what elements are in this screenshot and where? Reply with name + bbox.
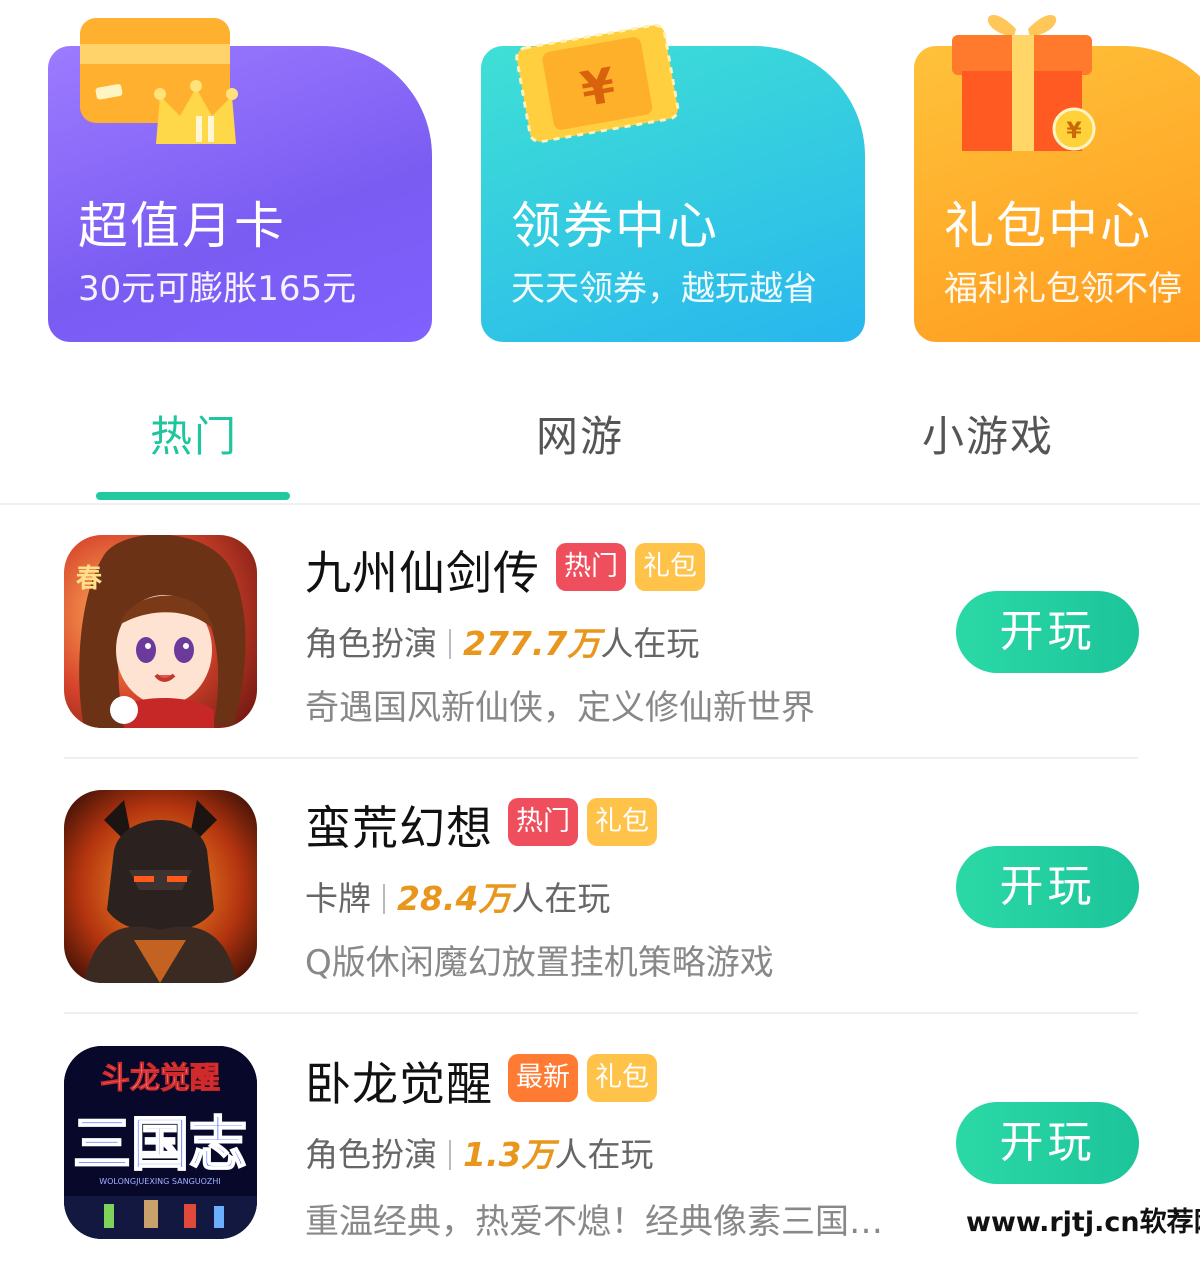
tab-hot[interactable]: 热门 [150, 403, 238, 464]
monthly-card-promo[interactable]: 超值月卡 30元可膨胀165元 [48, 18, 432, 342]
gift-tag: 礼包 [587, 798, 657, 846]
pixel-sanguo-icon[interactable]: 斗龙觉醒 三国志 WOLONGJUEXING SANGUOZHI [64, 1046, 257, 1239]
active-tab-indicator [96, 492, 290, 500]
game-meta: 角色扮演 277.7万人在玩 [305, 617, 699, 665]
tab-online-games[interactable]: 网游 [536, 403, 624, 464]
players-count: 1.3万 [463, 1135, 555, 1174]
play-button[interactable]: 开玩 [956, 1102, 1139, 1184]
svg-text:¥: ¥ [1066, 119, 1082, 144]
play-button[interactable]: 开玩 [956, 846, 1139, 928]
gift-center-promo[interactable]: ¥ 礼包中心 福利礼包领不停 [914, 15, 1200, 342]
play-button[interactable]: 开玩 [956, 591, 1139, 673]
icon-text-top: 斗龙觉醒 [100, 1061, 220, 1096]
card-crown-icon [80, 18, 238, 144]
genre-label: 角色扮演 [305, 1135, 437, 1174]
players-count: 28.4万 [397, 879, 512, 918]
gift-tag: 礼包 [587, 1054, 657, 1102]
card-subtitle: 天天领券，越玩越省 [511, 269, 817, 309]
coupon-ticket-icon: ¥ [515, 23, 680, 144]
card-title: 超值月卡 [78, 197, 286, 255]
card-title: 礼包中心 [944, 197, 1152, 255]
game-description: 奇遇国风新仙侠，定义修仙新世界 [305, 688, 815, 728]
game-title[interactable]: 九州仙剑传 [305, 537, 540, 603]
game-description: Q版休闲魔幻放置挂机策略游戏 [305, 943, 774, 983]
game-title[interactable]: 蛮荒幻想 [305, 792, 493, 858]
game-list-item[interactable]: 春 九州仙剑传 热门 礼包 角色扮演 277.7万人在玩 奇遇国风新仙侠，定义修仙… [0, 505, 1200, 761]
meta-separator [449, 629, 451, 659]
game-title[interactable]: 卧龙觉醒 [305, 1048, 493, 1114]
meta-separator [383, 884, 385, 914]
game-list-item[interactable]: 蛮荒幻想 热门 礼包 卡牌 28.4万人在玩 Q版休闲魔幻放置挂机策略游戏 开玩 [0, 760, 1200, 1016]
category-tabs: 热门 网游 小游戏 [0, 395, 1200, 500]
icon-text-small: WOLONGJUEXING SANGUOZHI [99, 1177, 221, 1186]
genre-label: 卡牌 [305, 879, 371, 918]
tab-mini-games[interactable]: 小游戏 [922, 403, 1054, 464]
icon-text-main: 三国志 [73, 1110, 247, 1178]
game-description: 重温经典，热爱不熄！经典像素三国… [305, 1202, 883, 1242]
gift-tag: 礼包 [635, 543, 705, 591]
row-divider [64, 757, 1138, 759]
card-title: 领券中心 [511, 197, 719, 255]
new-tag: 最新 [508, 1054, 578, 1102]
site-watermark: www.rjtj.cn软荐网 [966, 1207, 1200, 1238]
card-subtitle: 福利礼包领不停 [944, 269, 1182, 309]
dark-knight-icon[interactable] [64, 790, 257, 983]
gift-box-icon: ¥ [952, 15, 1096, 151]
row-divider [64, 1012, 1138, 1014]
hot-tag: 热门 [556, 543, 626, 591]
players-suffix: 人在玩 [600, 624, 700, 663]
players-suffix: 人在玩 [554, 1135, 654, 1174]
coupon-center-promo[interactable]: ¥ 领券中心 天天领券，越玩越省 [481, 23, 865, 342]
players-count: 277.7万 [463, 624, 601, 663]
players-suffix: 人在玩 [511, 879, 611, 918]
game-meta: 角色扮演 1.3万人在玩 [305, 1128, 653, 1176]
game-meta: 卡牌 28.4万人在玩 [305, 872, 610, 920]
genre-label: 角色扮演 [305, 624, 437, 663]
card-subtitle: 30元可膨胀165元 [78, 269, 357, 309]
hot-tag: 热门 [508, 798, 578, 846]
meta-separator [449, 1140, 451, 1170]
anime-girl-icon[interactable]: 春 [64, 535, 257, 728]
svg-text:春: 春 [76, 564, 102, 594]
